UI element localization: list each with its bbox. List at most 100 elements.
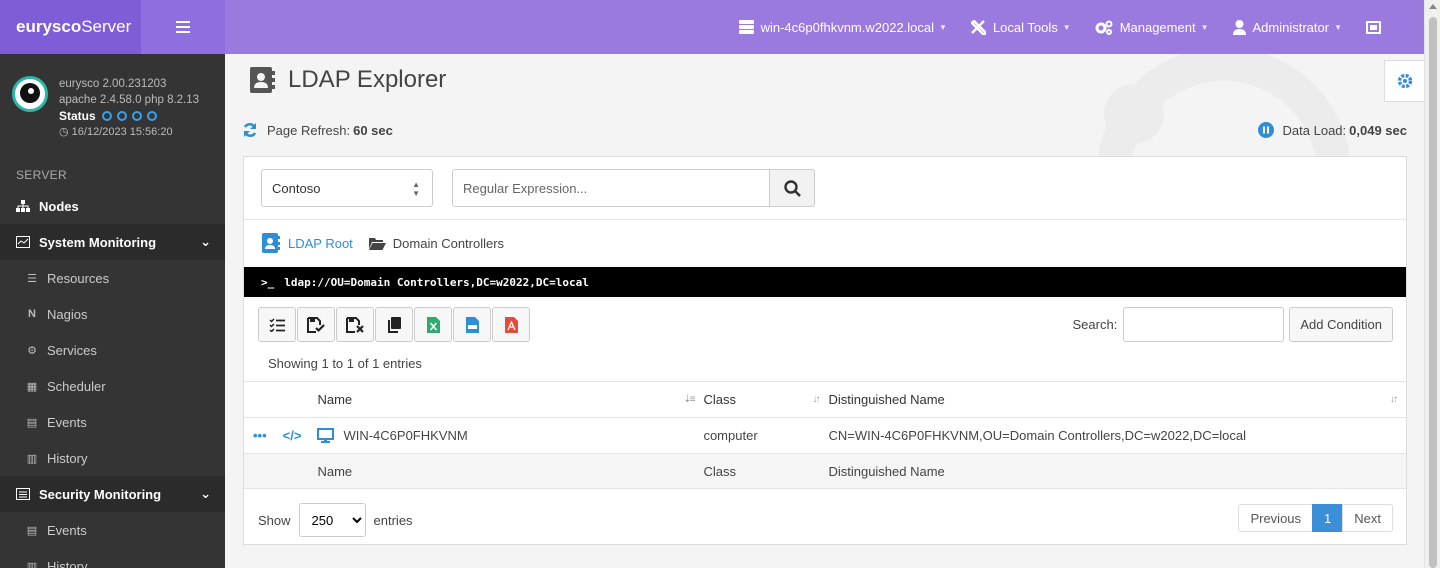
sidebar-item-nagios[interactable]: N Nagios [0, 296, 225, 332]
add-condition-button[interactable]: Add Condition [1289, 307, 1393, 342]
pdf-file-icon [504, 316, 518, 333]
sidebar-item-label: Scheduler [47, 378, 106, 394]
row-dn: CN=WIN-4C6P0FHKVNM,OU=Domain Controllers… [828, 417, 1406, 454]
caret-down-icon: ▼ [1334, 22, 1342, 32]
regex-input[interactable] [452, 169, 770, 207]
sort-icon: ↓↑ [1390, 394, 1398, 405]
sidebar-item-label: History [47, 558, 88, 568]
address-book-icon [262, 233, 280, 253]
dn-header[interactable]: Distinguished Name ↓↑ [828, 381, 1406, 418]
list-alt-icon [16, 488, 30, 500]
export-pdf-button[interactable] [492, 307, 530, 342]
sidebar-group-system-monitoring[interactable]: System Monitoring ⌄ [0, 224, 225, 260]
search-label: Search: [1072, 317, 1118, 332]
main-content: LDAP Explorer Page Refresh: 60 sec Data L… [225, 54, 1424, 568]
pause-circle-icon[interactable] [1257, 122, 1274, 138]
copy-button[interactable] [375, 307, 413, 342]
table-info: Showing 1 to 1 of 1 entries [268, 356, 422, 371]
status-circle-icon [116, 111, 127, 121]
breadcrumb-ldap-root[interactable]: LDAP Root [261, 233, 353, 253]
sidebar-item-security-events[interactable]: ▤ Events [0, 512, 225, 548]
sidebar-item-label: Services [47, 342, 97, 358]
sitemap-icon [16, 200, 30, 212]
management-menu[interactable]: Management ▼ [1095, 20, 1209, 35]
ldap-path-bar: >_ ldap://OU=Domain Controllers,DC=w2022… [244, 267, 1406, 297]
fullscreen-icon [1366, 20, 1381, 34]
sidebar-item-label: Nagios [47, 306, 88, 322]
search-icon [783, 179, 801, 197]
status-circle-icon [101, 111, 112, 121]
list-icon: ☰ [27, 272, 37, 285]
dataload-label: Data Load: [1282, 122, 1347, 138]
sidebar-item-resources[interactable]: ☰ Resources [0, 260, 225, 296]
sidebar-item-label: Events [47, 414, 87, 430]
status-icons [101, 111, 162, 121]
gear-icon [1397, 73, 1412, 89]
status-row: Status [59, 108, 199, 124]
code-icon[interactable]: </> [283, 428, 302, 443]
caret-down-icon: ▼ [1062, 22, 1071, 32]
clear-filter-button[interactable] [336, 307, 374, 342]
export-excel-button[interactable] [414, 307, 452, 342]
sidebar-toggle-button[interactable] [141, 0, 225, 54]
page-title: LDAP Explorer [248, 66, 446, 94]
calendar-icon: ▦ [26, 380, 38, 393]
scroll-up-arrow-icon[interactable] [1429, 4, 1437, 9]
name-header[interactable]: Name ⇣≡ [317, 381, 704, 418]
sidebar-item-scheduler[interactable]: ▦ Scheduler [0, 368, 225, 404]
stack-text: apache 2.4.58.0 php 8.2.13 [59, 94, 200, 106]
page-1-button[interactable]: 1 [1312, 504, 1344, 532]
scrollbar-thumb[interactable] [1429, 17, 1437, 568]
sidebar-item-services[interactable]: ⚙ Services [0, 332, 225, 368]
sidebar-group-security-monitoring[interactable]: Security Monitoring ⌄ [0, 476, 225, 512]
ldap-path-text: ldap://OU=Domain Controllers,DC=w2022,DC… [284, 275, 589, 289]
select-arrows-icon: ▲ ▼ [412, 180, 420, 198]
settings-button[interactable] [1384, 60, 1424, 102]
sidebar-item-nodes[interactable]: Nodes [0, 188, 225, 224]
save-filter-button[interactable] [297, 307, 335, 342]
nagios-icon: N [28, 308, 36, 320]
sidebar-item-history[interactable]: ▥ History [0, 440, 225, 476]
address-book-icon [250, 67, 275, 93]
table-search: Search: Add Condition [1073, 307, 1393, 342]
caret-down-icon: ▼ [939, 22, 947, 32]
refresh-icon[interactable] [242, 122, 258, 138]
tools-icon [970, 19, 986, 35]
sidebar-item-events[interactable]: ▤ Events [0, 404, 225, 440]
brand-bold: eurysco [16, 17, 82, 36]
sidebar: eurysco 2.00.231203 apache 2.4.58.0 php … [0, 54, 225, 568]
entries-label: entries [373, 512, 413, 528]
brand-thin: Server [81, 17, 132, 36]
name-header-label: Name [317, 392, 353, 407]
next-page-button[interactable]: Next [1342, 504, 1393, 532]
fullscreen-button[interactable] [1366, 20, 1388, 34]
clock-icon: ◷ [59, 126, 72, 138]
status-label: Status [59, 109, 96, 123]
local-tools-menu[interactable]: Local Tools ▼ [970, 19, 1071, 35]
user-menu[interactable]: Administrator ▼ [1232, 19, 1342, 35]
host-menu[interactable]: win-4c6p0fhkvnm.w2022.local ▼ [738, 20, 947, 35]
search-button[interactable] [769, 169, 815, 207]
filter-bar: Contoso ▲ ▼ [244, 157, 1406, 220]
top-nav: win-4c6p0fhkvnm.w2022.local ▼ Local Tools… [225, 0, 1424, 54]
domain-select[interactable]: Contoso ▲ ▼ [261, 169, 433, 207]
table-row[interactable]: ••• </> WIN-4C6P0FHKVNM computer CN=WIN-4… [244, 417, 1406, 454]
breadcrumb: LDAP Root Domain Controllers [261, 233, 520, 253]
export-csv-button[interactable] [453, 307, 491, 342]
sidebar-section-server: SERVER [16, 168, 67, 182]
previous-page-button[interactable]: Previous [1238, 504, 1314, 532]
class-header[interactable]: Class ↓↑ [703, 381, 829, 418]
sort-icon: ↓↑ [812, 394, 820, 405]
select-columns-button[interactable] [258, 307, 296, 342]
page-length-select[interactable]: 250 [298, 503, 366, 537]
history-icon: ▥ [26, 560, 38, 568]
folder-open-icon [368, 237, 386, 250]
table-search-input[interactable] [1123, 307, 1285, 342]
sidebar-item-security-history[interactable]: ▥ History [0, 548, 225, 568]
data-load: Data Load: 0,049 sec [1257, 122, 1407, 138]
page-scrollbar[interactable] [1424, 0, 1440, 568]
brand-logo[interactable]: eurysco Server [0, 0, 141, 54]
page-refresh: Page Refresh: 60 sec [242, 122, 393, 138]
row-class: computer [703, 417, 829, 454]
more-actions-icon[interactable]: ••• [253, 428, 267, 443]
